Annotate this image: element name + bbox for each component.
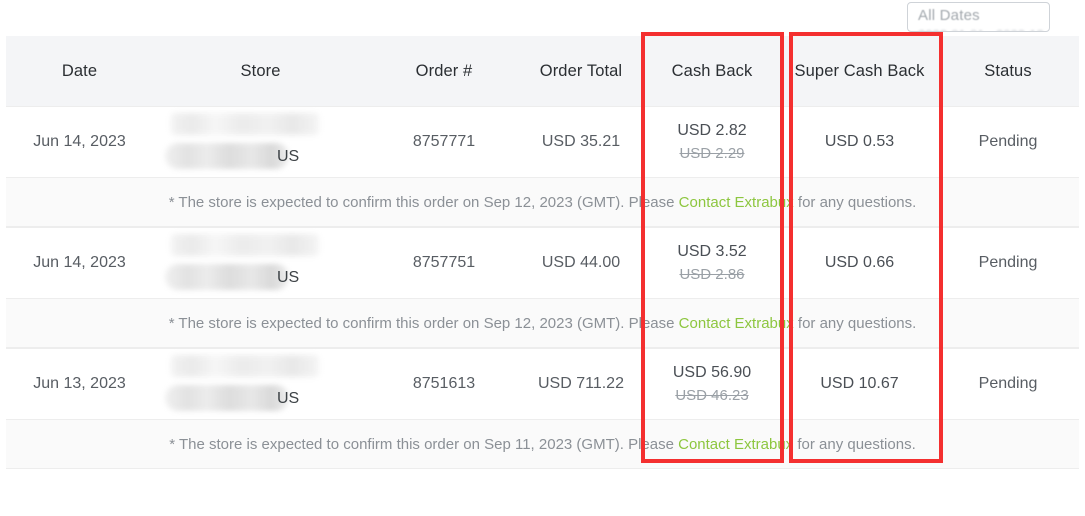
cash-back-amount: USD 3.52 bbox=[677, 243, 747, 261]
cash-back-original: USD 2.86 bbox=[679, 265, 745, 283]
cell-date: Jun 13, 2023 bbox=[33, 375, 126, 393]
order-note-row: * The store is expected to confirm this … bbox=[6, 298, 1079, 348]
store-logo-redacted bbox=[171, 113, 319, 135]
order-note-row: * The store is expected to confirm this … bbox=[6, 177, 1079, 227]
status-badge: Pending bbox=[978, 254, 1038, 272]
cash-back-original: USD 46.23 bbox=[675, 386, 749, 404]
cell-store[interactable]: US bbox=[153, 107, 368, 177]
cell-order-number[interactable]: 8757751 bbox=[368, 252, 520, 274]
order-note-text: * The store is expected to confirm this … bbox=[169, 436, 916, 453]
order-note-prefix: * The store is expected to confirm this … bbox=[168, 193, 679, 211]
store-country-suffix: US bbox=[277, 148, 300, 165]
cell-store[interactable]: US bbox=[153, 228, 368, 298]
date-range-filter-dropdown[interactable]: All Dates 2023-01-01 - 2023-12-31 bbox=[907, 2, 1050, 32]
column-header-store[interactable]: Store bbox=[153, 62, 368, 81]
order-note-row: * The store is expected to confirm this … bbox=[6, 419, 1079, 469]
order-note-prefix: * The store is expected to confirm this … bbox=[169, 435, 679, 453]
cell-super-cash-back: USD 10.67 bbox=[820, 375, 899, 393]
order-note-suffix: for any questions. bbox=[793, 435, 916, 453]
store-logo-redacted bbox=[171, 355, 319, 377]
store-name-redacted bbox=[165, 385, 289, 411]
order-note-prefix: * The store is expected to confirm this … bbox=[168, 314, 679, 332]
column-header-order-number[interactable]: Order # bbox=[368, 62, 520, 81]
date-range-filter-value: All Dates bbox=[918, 7, 980, 24]
cell-order-number[interactable]: 8751613 bbox=[368, 373, 520, 395]
cell-cash-back: USD 56.90 USD 46.23 bbox=[642, 362, 782, 406]
order-note-suffix: for any questions. bbox=[793, 193, 917, 211]
store-name-redacted bbox=[165, 143, 289, 169]
table-header-row: Date Store Order # Order Total Cash Back… bbox=[6, 36, 1079, 106]
column-header-cash-back[interactable]: Cash Back bbox=[642, 62, 782, 81]
store-country-suffix: US bbox=[277, 390, 300, 407]
store-name-redacted bbox=[165, 264, 289, 290]
store-country-suffix: US bbox=[277, 269, 300, 286]
table-row[interactable]: Jun 14, 2023 US 8757751 USD 44.00 USD 3.… bbox=[6, 227, 1079, 298]
orders-table: Date Store Order # Order Total Cash Back… bbox=[6, 36, 1079, 469]
column-header-super-cash-back[interactable]: Super Cash Back bbox=[782, 62, 937, 81]
table-row[interactable]: Jun 13, 2023 US 8751613 USD 711.22 USD 5… bbox=[6, 348, 1079, 419]
column-header-date[interactable]: Date bbox=[6, 62, 153, 81]
store-logo-redacted bbox=[171, 234, 319, 256]
cell-super-cash-back: USD 0.66 bbox=[824, 254, 895, 272]
toolbar: All Dates 2023-01-01 - 2023-12-31 bbox=[0, 0, 1085, 36]
status-badge: Pending bbox=[978, 133, 1038, 151]
status-badge: Pending bbox=[978, 375, 1038, 393]
cell-order-total: USD 44.00 bbox=[541, 254, 621, 272]
cell-cash-back: USD 2.82 USD 2.29 bbox=[642, 120, 782, 164]
order-note-text: * The store is expected to confirm this … bbox=[169, 315, 917, 332]
cell-order-total: USD 35.21 bbox=[541, 133, 621, 151]
cash-back-amount: USD 2.82 bbox=[677, 122, 747, 140]
contact-extrabux-link[interactable]: Contact Extrabux bbox=[679, 194, 794, 211]
cell-order-total: USD 711.22 bbox=[538, 375, 624, 393]
cash-back-amount: USD 56.90 bbox=[672, 364, 752, 382]
cell-cash-back: USD 3.52 USD 2.86 bbox=[642, 241, 782, 285]
column-header-order-total[interactable]: Order Total bbox=[520, 62, 642, 81]
order-note-suffix: for any questions. bbox=[793, 314, 917, 332]
contact-extrabux-link[interactable]: Contact Extrabux bbox=[679, 315, 794, 332]
contact-extrabux-link[interactable]: Contact Extrabux bbox=[678, 436, 793, 453]
cell-order-number[interactable]: 8757771 bbox=[368, 131, 520, 153]
cash-back-original: USD 2.29 bbox=[679, 144, 745, 162]
table-row[interactable]: Jun 14, 2023 US 8757771 USD 35.21 USD 2.… bbox=[6, 106, 1079, 177]
cell-store[interactable]: US bbox=[153, 349, 368, 419]
cell-super-cash-back: USD 0.53 bbox=[824, 133, 895, 151]
order-note-text: * The store is expected to confirm this … bbox=[169, 194, 917, 211]
column-header-status[interactable]: Status bbox=[937, 62, 1079, 81]
cell-date: Jun 14, 2023 bbox=[33, 254, 126, 272]
cell-date: Jun 14, 2023 bbox=[33, 133, 126, 151]
date-range-filter-secondary: 2023-01-01 - 2023-12-31 bbox=[918, 27, 1049, 31]
